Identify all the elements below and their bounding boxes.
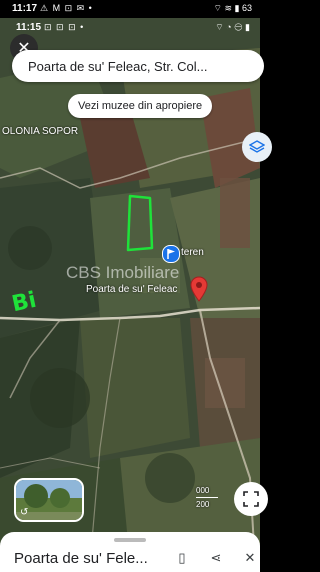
share-icon[interactable]: ⋖ xyxy=(206,548,226,568)
street-view-thumbnail[interactable]: ↺ xyxy=(14,478,84,522)
nearby-museums-button[interactable]: Vezi muzee din apropiere xyxy=(68,94,213,118)
layers-button[interactable] xyxy=(242,132,272,162)
handwritten-annotation: Bi xyxy=(9,287,39,318)
close-sheet-icon[interactable]: ✕ xyxy=(240,548,260,568)
poi-label[interactable]: teren xyxy=(181,247,204,258)
device-status-bar: 11:17 ⚠ M ⊡ ✉ • ⌔ ≋ ▮ 63 xyxy=(0,0,260,18)
compass-icon xyxy=(243,491,259,507)
area-label: OLONIA SOPOR xyxy=(2,126,79,137)
flag-pin-icon[interactable] xyxy=(162,245,180,263)
drag-handle[interactable] xyxy=(114,538,146,542)
map-scale: 000 200 xyxy=(196,486,218,509)
app-notification-icons: ⊡ ⊡ ⊡ • xyxy=(44,22,85,32)
compass-button[interactable] xyxy=(234,482,268,516)
street-view-icon: ↺ xyxy=(20,507,29,518)
scale-bar xyxy=(196,497,218,498)
bottom-sheet[interactable]: Poarta de su' Fele... ▯ ⋖ ✕ xyxy=(0,532,260,572)
scale-bottom-label: 200 xyxy=(196,500,210,509)
layers-icon xyxy=(249,140,265,153)
search-bar[interactable]: Poarta de su' Feleac, Str. Col... xyxy=(12,50,264,82)
place-title: Poarta de su' Fele... xyxy=(14,550,148,567)
app-status-bar: 11:15 ⊡ ⊡ ⊡ • ⌔ ◔ ⊖ ▮ xyxy=(0,18,260,38)
app-system-icons: ⌔ ◔ ⊖ ▮ xyxy=(215,22,250,32)
app-clock: 11:15 xyxy=(16,22,42,33)
search-text: Poarta de su' Feleac, Str. Col... xyxy=(28,58,208,74)
place-label[interactable]: Poarta de su' Feleac xyxy=(86,284,177,295)
notification-icons: ⚠ M ⊡ ✉ • xyxy=(40,3,93,13)
save-icon[interactable]: ▯ xyxy=(172,548,192,568)
system-icons: ⌔ ≋ ▮ 63 xyxy=(213,3,252,13)
scale-top-label: 000 xyxy=(196,486,210,495)
watermark: CBS Imobiliare xyxy=(66,263,180,282)
device-clock: 11:17 xyxy=(12,3,38,14)
location-pin-icon[interactable] xyxy=(190,276,208,307)
